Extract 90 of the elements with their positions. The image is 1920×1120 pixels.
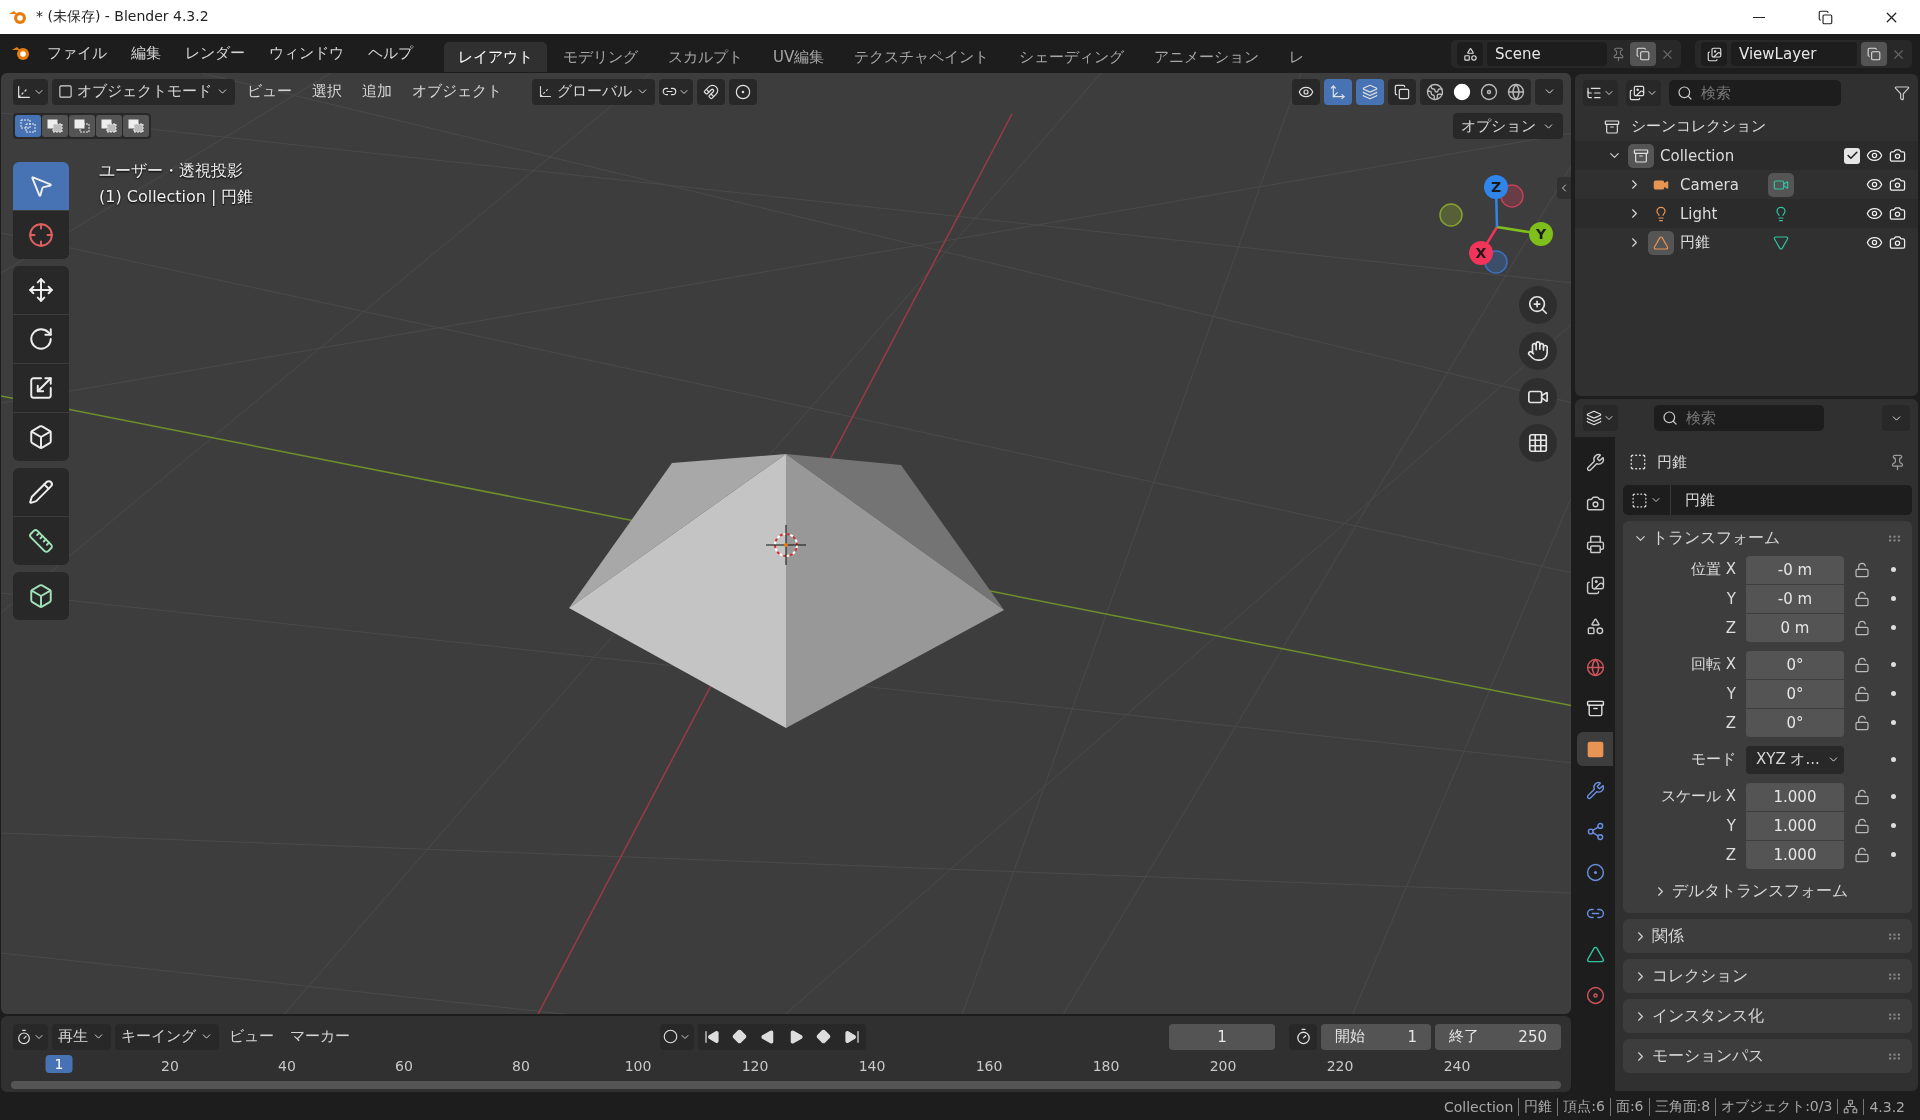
number-field[interactable]: 1.000 [1746,811,1844,840]
frame-number: 240 [1443,1058,1471,1074]
panel-header[interactable]: トランスフォーム [1623,521,1912,555]
property-label: 位置 X [1689,560,1737,579]
panel-header[interactable]: インスタンス化 [1623,999,1912,1033]
version-text: 4.3.2 [1863,1098,1910,1115]
mode-dropdown[interactable]: XYZ オ... [1746,745,1844,774]
menu-item[interactable]: 編集 [120,37,172,69]
axis-button[interactable]: Z [1484,175,1508,199]
orientation-dropdown[interactable]: グローバル [532,78,655,105]
search-field[interactable]: 検索 [1654,405,1824,431]
number-field[interactable]: 1.000 [1746,782,1844,811]
property-label: Z [1724,618,1737,637]
frame-number: 80 [512,1058,530,1074]
mode-dropdown[interactable]: オブジェクトモード [52,78,235,105]
menu-item[interactable]: ウィンドウ [258,37,355,69]
frame-number: 120 [741,1058,769,1074]
tree-item[interactable]: Camera [1680,175,1762,194]
frame-number: 160 [975,1058,1003,1074]
status-text: オブジェクト:0/3 [1715,1097,1838,1116]
number-field[interactable]: 0° [1746,708,1844,737]
object-name: 円錐 [1657,452,1687,472]
panel-header[interactable]: コレクション [1623,959,1912,993]
menu-item[interactable]: ビュー [239,78,300,105]
status-text: 面:6 [1609,1097,1649,1116]
menu-item[interactable]: 再生 [52,1023,111,1050]
tree-item[interactable]: Collection [1660,146,1735,165]
frame-number: 180 [1092,1058,1120,1074]
frame-number: 100 [624,1058,652,1074]
property-label: Y [1725,589,1737,608]
number-field[interactable]: 0° [1746,679,1844,708]
workspace-tab[interactable]: スカルプト [654,42,757,72]
menu-item[interactable]: レンダー [174,37,256,69]
workspace-tab[interactable]: UV編集 [759,42,839,72]
frame-number: 40 [278,1058,296,1074]
number-field[interactable]: 0° [1746,650,1844,679]
status-text: 三角面:8 [1648,1097,1716,1116]
menu-item[interactable]: ヘルプ [357,37,424,69]
tree-item[interactable]: 円錐 [1680,233,1762,252]
property-label: スケール X [1659,787,1737,806]
property-label: モード [1690,750,1737,769]
menu-item[interactable]: キーイング [115,1023,219,1050]
end-frame-field[interactable]: 終了 250 [1435,1023,1561,1050]
search-field[interactable]: 検索 [1669,80,1841,106]
menu-item[interactable]: マーカー [284,1023,356,1050]
context-label: (1) Collection | 円錐 [99,187,254,208]
status-text: 頂点:6 [1557,1097,1610,1116]
panel-header[interactable]: デルタトランスフォーム [1623,875,1912,907]
frame-number: 140 [858,1058,886,1074]
status-text: 円錐 [1518,1097,1558,1116]
workspace-tab[interactable]: レ [1275,42,1319,72]
start-frame-field[interactable]: 開始 1 [1321,1023,1431,1050]
axis-button[interactable]: Y [1529,222,1553,246]
property-label: Z [1724,845,1737,864]
tree-item[interactable]: シーンコレクション [1631,117,1766,136]
frame-number: 220 [1326,1058,1354,1074]
menu-item[interactable]: ビュー [223,1023,280,1050]
number-field[interactable]: -0 m [1746,584,1844,613]
scene-field[interactable]: Scene [1487,42,1607,66]
options-dropdown[interactable]: オプション [1453,113,1563,139]
workspace-tab[interactable]: シェーディング [1005,42,1139,72]
frame-number: 20 [161,1058,179,1074]
view-layer-field[interactable]: ViewLayer [1731,42,1857,66]
menu-item[interactable]: オブジェクト [404,78,510,105]
view-name-label: ユーザー・透視投影 [99,161,244,182]
current-frame-field[interactable]: 1 [1169,1023,1275,1050]
window-title: * (未保存) - Blender 4.3.2 [36,8,210,26]
number-field[interactable]: 0 m [1746,613,1844,642]
panel-header[interactable]: モーションパス [1623,1039,1912,1073]
workspace-tab[interactable]: テクスチャペイント [840,42,1004,72]
status-text: Collection [1443,1098,1515,1115]
playhead[interactable]: 1 [45,1055,73,1073]
menu-item[interactable]: 選択 [304,78,350,105]
workspace-tab[interactable]: レイアウト [444,42,547,72]
frame-number: 60 [395,1058,413,1074]
name-field[interactable]: 円錐 [1623,485,1912,515]
property-label: Z [1724,713,1737,732]
number-field[interactable]: -0 m [1746,555,1844,584]
tree-item[interactable]: Light [1680,204,1762,223]
property-label: 回転 X [1689,655,1737,674]
property-label: Y [1725,816,1737,835]
property-label: Y [1725,684,1737,703]
workspace-tab[interactable]: アニメーション [1140,42,1274,72]
axis-button[interactable]: X [1469,241,1493,265]
number-field[interactable]: 1.000 [1746,840,1844,869]
workspace-tab[interactable]: モデリング [549,42,652,72]
panel-header[interactable]: 関係 [1623,919,1912,953]
frame-number: 200 [1209,1058,1237,1074]
menu-item[interactable]: ファイル [36,37,118,69]
menu-item[interactable]: 追加 [354,78,400,105]
